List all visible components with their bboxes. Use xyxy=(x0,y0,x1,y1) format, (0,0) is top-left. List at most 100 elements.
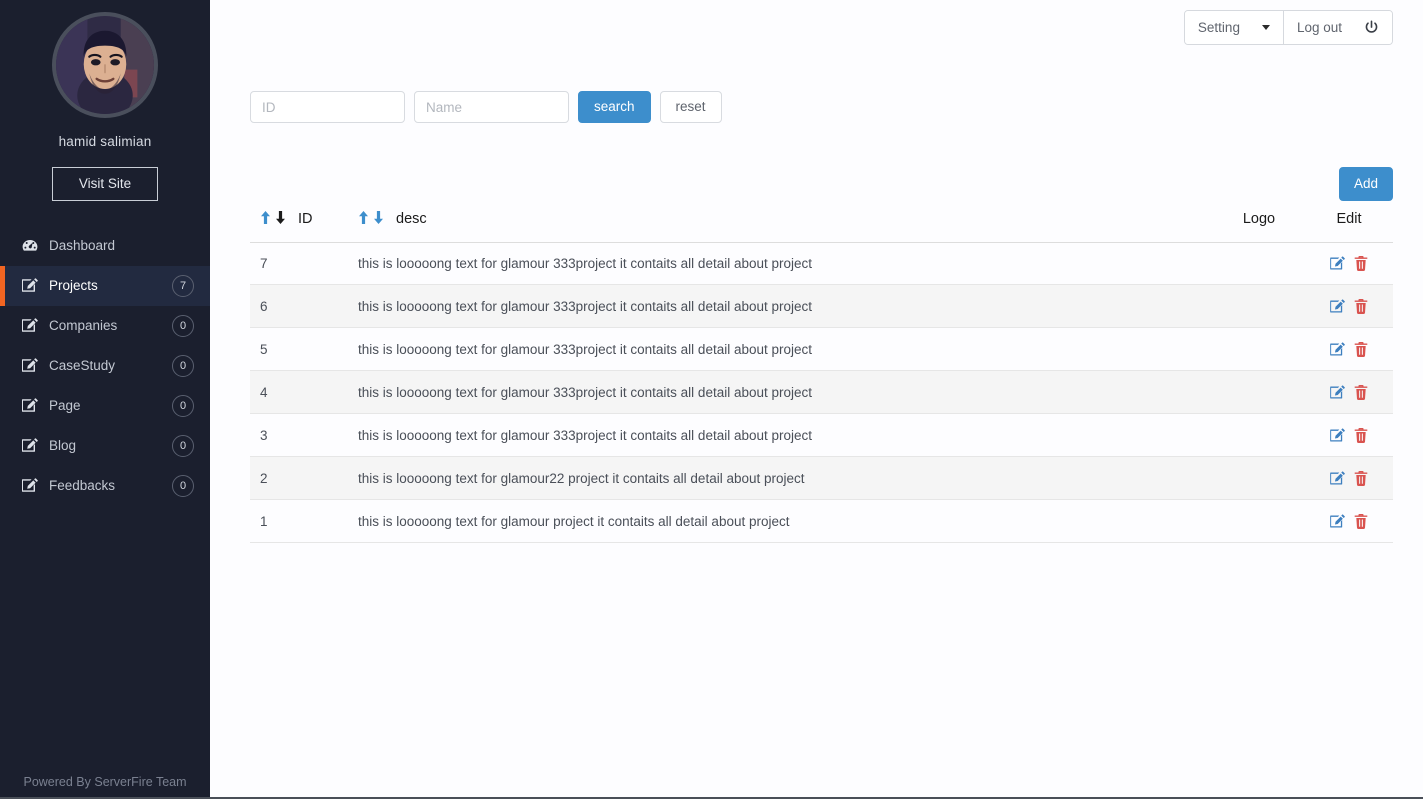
sidebar-item-label: Page xyxy=(49,398,81,413)
cell-actions xyxy=(1305,499,1393,544)
topbar: Setting Log out xyxy=(210,0,1423,45)
cell-id: 2 xyxy=(250,456,358,501)
cell-id: 7 xyxy=(250,242,358,286)
sidebar-item-companies[interactable]: Companies 0 xyxy=(0,306,210,346)
status-badge: 0 xyxy=(172,474,194,497)
table-row: 3 this is looooong text for glamour 333p… xyxy=(250,413,1393,458)
visit-site-button[interactable]: Visit Site xyxy=(51,167,159,201)
cell-logo xyxy=(1213,370,1305,415)
cell-id: 3 xyxy=(250,413,358,458)
trash-icon[interactable] xyxy=(1351,385,1371,401)
sort-arrow-up-icon[interactable] xyxy=(358,210,369,224)
setting-label: Setting xyxy=(1197,19,1240,35)
cell-desc: this is looooong text for glamour 333pro… xyxy=(358,284,1213,329)
table-row: 1 this is looooong text for glamour proj… xyxy=(250,499,1393,544)
cell-id: 6 xyxy=(250,284,358,329)
edit-pencil-icon[interactable] xyxy=(1327,514,1348,529)
edit-pencil-icon[interactable] xyxy=(1327,256,1348,271)
logout-label: Log out xyxy=(1296,19,1342,35)
dashboard-gauge-icon xyxy=(22,239,40,253)
table-row: 4 this is looooong text for glamour 333p… xyxy=(250,370,1393,415)
status-badge: 0 xyxy=(172,394,194,417)
sidebar-item-projects[interactable]: Projects 7 xyxy=(0,265,210,306)
admin-dashboard: hamid salimian Visit Site Dashboard Proj… xyxy=(0,0,1423,799)
sidebar-item-label: Feedbacks xyxy=(49,478,116,493)
sidebar-item-casestudy[interactable]: CaseStudy 0 xyxy=(0,346,210,386)
edit-pencil-icon[interactable] xyxy=(1327,385,1348,400)
cell-logo xyxy=(1213,499,1305,544)
edit-square-icon xyxy=(22,318,40,333)
cell-logo xyxy=(1213,242,1305,286)
cell-actions xyxy=(1305,413,1393,458)
table-body: 7 this is looooong text for glamour 333p… xyxy=(250,242,1393,544)
sidebar-item-label: Blog xyxy=(49,438,77,453)
sidebar-item-blog[interactable]: Blog 0 xyxy=(0,426,210,466)
edit-pencil-icon[interactable] xyxy=(1327,428,1348,443)
table-row: 6 this is looooong text for glamour 333p… xyxy=(250,284,1393,329)
sort-arrow-down-icon[interactable] xyxy=(275,210,286,224)
cell-logo xyxy=(1213,284,1305,329)
trash-icon[interactable] xyxy=(1351,514,1371,530)
chevron-down-icon xyxy=(1261,25,1270,30)
search-id-input[interactable] xyxy=(250,91,405,123)
reset-button[interactable]: reset xyxy=(659,91,722,123)
column-header-desc: desc xyxy=(358,210,1213,243)
column-header-desc-label: desc xyxy=(396,210,427,227)
edit-pencil-icon[interactable] xyxy=(1327,342,1348,357)
sidebar-item-page[interactable]: Page 0 xyxy=(0,386,210,426)
add-button[interactable]: Add xyxy=(1338,167,1393,201)
table-head: ID desc Logo Edit xyxy=(250,210,1393,243)
cell-actions xyxy=(1305,456,1393,501)
trash-icon[interactable] xyxy=(1351,256,1371,272)
edit-square-icon xyxy=(22,438,40,453)
setting-dropdown-button[interactable]: Setting xyxy=(1184,11,1283,44)
visit-site-container: Visit Site xyxy=(0,167,210,201)
sort-arrow-up-icon[interactable] xyxy=(260,210,271,224)
avatar xyxy=(52,12,158,118)
cell-logo xyxy=(1213,327,1305,372)
cell-actions xyxy=(1305,284,1393,329)
column-header-logo: Logo xyxy=(1213,210,1305,243)
main-content: Setting Log out search reset xyxy=(210,0,1423,799)
projects-table-container: ID desc Logo Edit 7 this is looooong tex… xyxy=(210,201,1423,544)
status-badge: 0 xyxy=(172,314,194,337)
cell-logo xyxy=(1213,413,1305,458)
trash-icon[interactable] xyxy=(1351,342,1371,358)
cell-desc: this is looooong text for glamour projec… xyxy=(358,499,1213,544)
cell-actions xyxy=(1305,370,1393,415)
search-name-input[interactable] xyxy=(414,91,569,123)
column-header-id: ID xyxy=(250,210,358,243)
column-header-id-label: ID xyxy=(298,210,313,227)
sort-controls-desc xyxy=(358,210,384,224)
avatar-container xyxy=(0,0,210,118)
table-row: 2 this is looooong text for glamour22 pr… xyxy=(250,456,1393,501)
sidebar-item-label: Companies xyxy=(49,318,118,333)
sidebar-nav: Dashboard Projects 7 Companies 0 CaseStu… xyxy=(0,226,210,506)
cell-id: 1 xyxy=(250,499,358,544)
trash-icon[interactable] xyxy=(1351,471,1371,487)
column-header-edit: Edit xyxy=(1305,210,1393,243)
table-header-row: ID desc Logo Edit xyxy=(250,210,1393,243)
user-name: hamid salimian xyxy=(58,134,152,149)
sidebar-footer: Powered By ServerFire Team xyxy=(23,775,187,789)
sidebar-item-label: Dashboard xyxy=(49,238,116,253)
edit-pencil-icon[interactable] xyxy=(1327,471,1348,486)
sidebar: hamid salimian Visit Site Dashboard Proj… xyxy=(0,0,210,799)
search-button[interactable]: search xyxy=(578,91,651,123)
add-button-container: Add xyxy=(210,123,1423,201)
edit-square-icon xyxy=(22,358,40,373)
sort-arrow-down-icon[interactable] xyxy=(373,210,384,224)
cell-id: 4 xyxy=(250,370,358,415)
edit-pencil-icon[interactable] xyxy=(1327,299,1348,314)
sidebar-item-label: Projects xyxy=(49,278,98,293)
sidebar-item-label: CaseStudy xyxy=(49,358,116,373)
status-badge: 0 xyxy=(172,354,194,377)
sidebar-item-feedbacks[interactable]: Feedbacks 0 xyxy=(0,466,210,506)
cell-desc: this is looooong text for glamour 333pro… xyxy=(358,242,1213,286)
trash-icon[interactable] xyxy=(1351,428,1371,444)
logout-button[interactable]: Log out xyxy=(1282,11,1392,44)
topbar-button-group: Setting Log out xyxy=(1183,10,1393,45)
trash-icon[interactable] xyxy=(1351,299,1371,315)
edit-square-icon xyxy=(22,478,40,493)
sidebar-item-dashboard[interactable]: Dashboard xyxy=(0,226,210,266)
